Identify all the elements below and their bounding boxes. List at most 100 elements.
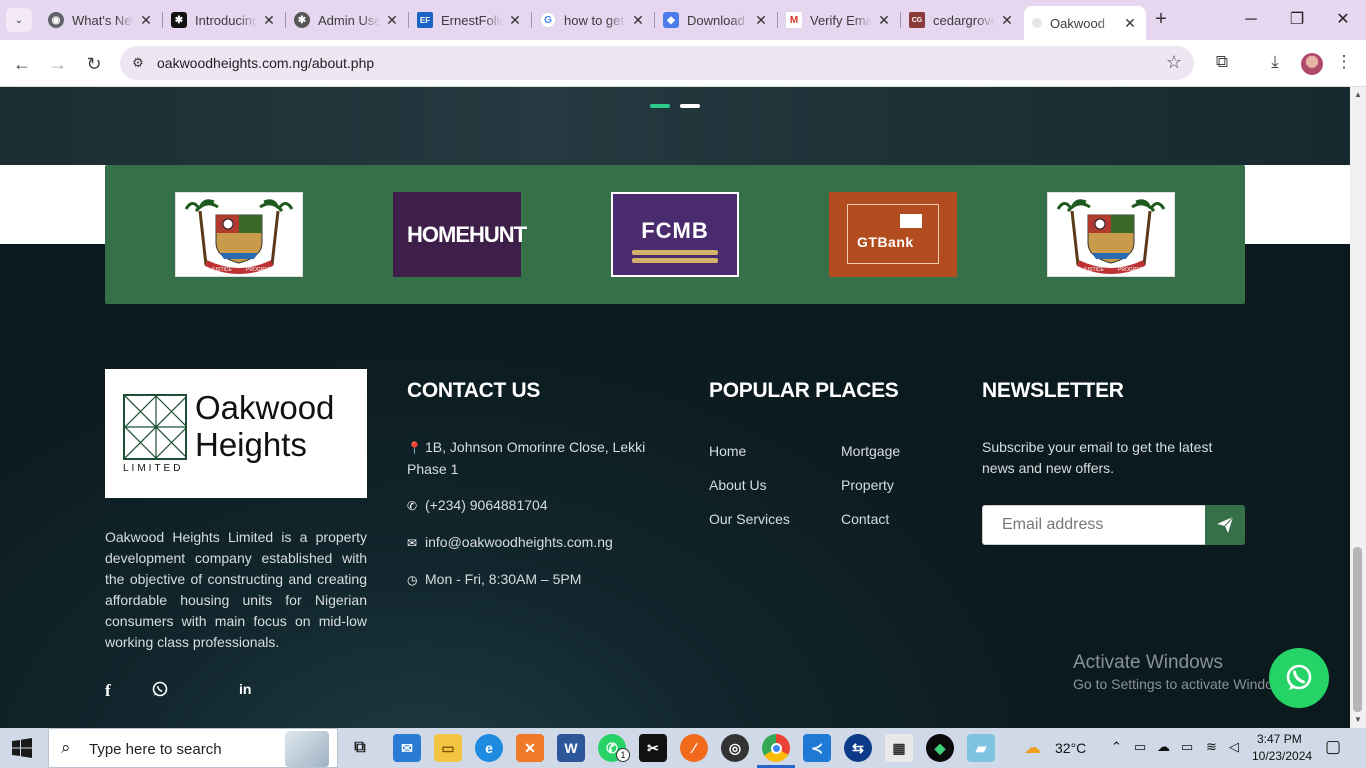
extensions-icon[interactable]: ⧉ [1210,52,1234,72]
newsletter-email-input[interactable]: Email address [982,505,1206,545]
scroll-up-icon[interactable]: ▲ [1354,90,1362,99]
windows-taskbar: ⌕ Type here to search ⧉ ✉ ▭ e ✕ W ✆ 1 ✂ … [0,728,1366,768]
close-window-button[interactable]: ✕ [1320,6,1366,34]
whatsapp-social-icon[interactable] [152,681,168,701]
vscode-icon[interactable]: ≺ [803,734,831,762]
profile-avatar[interactable] [1301,53,1323,75]
footer-link-contact[interactable]: Contact [841,511,889,527]
tab-download[interactable]: ◆ Download ✕ [655,4,778,36]
taskbar-search[interactable]: ⌕ Type here to search [48,728,338,768]
obs-icon[interactable]: ◎ [721,734,749,762]
slider-dot-active[interactable] [650,104,670,108]
footer-link-mortgage[interactable]: Mortgage [841,443,900,459]
tab-ernestfolio[interactable]: EF ErnestFolio ✕ [409,4,532,36]
site-info-icon[interactable]: ⚙ [128,53,148,73]
chevron-up-icon[interactable]: ⌃ [1111,739,1122,755]
store-icon[interactable]: ▦ [885,734,913,762]
xampp-icon[interactable]: ✕ [516,734,544,762]
file-explorer-icon[interactable]: ▭ [434,734,462,762]
address-bar[interactable]: ⚙ oakwoodheights.com.ng/about.php ☆ [120,46,1194,80]
tab-admin-users[interactable]: ✱ Admin Users ✕ [286,4,409,36]
tab-whats-new[interactable]: ◉ What's New ✕ [40,4,163,36]
terminal-icon[interactable]: ◆ [926,734,954,762]
chrome-taskbar-icon[interactable] [762,734,790,762]
slider-dot[interactable] [680,104,700,108]
page-scrollbar[interactable]: ▲ ▼ [1350,87,1366,728]
notes-icon[interactable]: ▰ [967,734,995,762]
url-text[interactable]: oakwoodheights.com.ng/about.php [157,55,374,71]
notification-icon[interactable]: ▢ [1325,737,1341,757]
tab-introducing[interactable]: ✱ Introducing ✕ [163,4,286,36]
back-button[interactable]: ← [8,50,36,78]
tab-title: Download [687,12,745,28]
partner-logo-homehunt: HOMEHUNT [393,192,527,277]
footer-link-about-us[interactable]: About Us [709,477,767,493]
browser-toolbar: ← → ↻ ⚙ oakwoodheights.com.ng/about.php … [0,40,1366,87]
battery-icon[interactable]: ▭ [1181,739,1193,755]
footer-link-our-services[interactable]: Our Services [709,511,790,527]
word-icon[interactable]: W [557,734,585,762]
tab-search-button[interactable]: ⌄ [6,8,32,32]
contact-heading: CONTACT US [407,379,541,402]
clock-time[interactable]: 3:47 PM [1257,732,1302,746]
volume-icon[interactable]: ◁ [1229,739,1239,755]
scroll-thumb[interactable] [1353,547,1362,712]
teamviewer-icon[interactable]: ⇆ [844,734,872,762]
close-icon[interactable]: ✕ [1122,15,1138,32]
newsletter-submit-button[interactable] [1205,505,1245,545]
motto-text: JUSTICE [211,267,233,273]
google-icon: G [540,12,556,28]
onedrive-icon[interactable]: ☁ [1157,739,1170,755]
task-view-icon[interactable]: ⧉ [346,734,374,762]
facebook-icon[interactable]: f [105,681,111,701]
tab-title: Verify Email [810,12,872,28]
clock-icon: ◷ [407,573,418,587]
search-placeholder: Type here to search [89,741,222,758]
close-icon[interactable]: ✕ [261,12,277,29]
tab-title: Introducing [195,12,257,28]
minimize-button[interactable]: ─ [1228,6,1274,34]
bookmark-star-icon[interactable]: ☆ [1166,52,1182,73]
scroll-down-icon[interactable]: ▼ [1354,715,1362,724]
close-icon[interactable]: ✕ [630,12,646,29]
tab-google-search[interactable]: G how to get ✕ [532,4,655,36]
downloads-icon[interactable]: ⤓ [1263,52,1287,72]
tab-title: Oakwood [1050,15,1105,31]
close-icon[interactable]: ✕ [384,12,400,29]
mail-icon[interactable]: ✉ [393,734,421,762]
new-tab-button[interactable]: + [1150,8,1172,32]
tab-cedargrove[interactable]: CG cedargrove ✕ [901,4,1023,36]
contact-email[interactable]: ✉ info@oakwoodheights.com.ng [407,532,647,554]
wifi-icon[interactable]: ≋ [1206,739,1217,755]
tab-oakwood-active[interactable]: Oakwood ✕ [1024,6,1146,40]
whatsapp-chat-button[interactable] [1269,648,1329,708]
forward-button[interactable]: → [44,50,72,78]
restore-button[interactable]: ❐ [1274,6,1320,34]
close-icon[interactable]: ✕ [138,12,154,29]
meet-now-icon[interactable]: ▭ [1134,739,1146,755]
close-icon[interactable]: ✕ [753,12,769,29]
temperature-text[interactable]: 32°C [1055,740,1086,756]
weather-icon[interactable]: ☁ [1024,738,1041,758]
footer-link-property[interactable]: Property [841,477,894,493]
openai-icon: ✱ [294,12,310,28]
search-icon: ⌕ [61,738,71,757]
linkedin-icon[interactable]: in [239,681,251,697]
footer-logo[interactable]: Oakwood Heights LIMITED [105,369,367,498]
windows-start-icon[interactable] [12,738,32,758]
close-icon[interactable]: ✕ [999,12,1015,29]
chrome-menu-icon[interactable]: ⋮ [1332,52,1356,72]
chrome-icon: ◉ [48,12,64,28]
contact-hours: ◷ Mon - Fri, 8:30AM – 5PM [407,569,647,591]
company-description: Oakwood Heights Limited is a property de… [105,529,367,650]
contact-phone[interactable]: ✆ (+234) 9064881704 [407,495,647,517]
sublime-icon[interactable]: ∕ [680,734,708,762]
close-icon[interactable]: ✕ [507,12,523,29]
close-icon[interactable]: ✕ [876,12,892,29]
tab-verify-email[interactable]: M Verify Email ✕ [778,4,901,36]
reload-button[interactable]: ↻ [80,50,108,78]
footer-link-home[interactable]: Home [709,443,746,459]
capcut-icon[interactable]: ✂ [639,734,667,762]
edge-icon[interactable]: e [475,734,503,762]
clock-date[interactable]: 10/23/2024 [1252,749,1312,763]
